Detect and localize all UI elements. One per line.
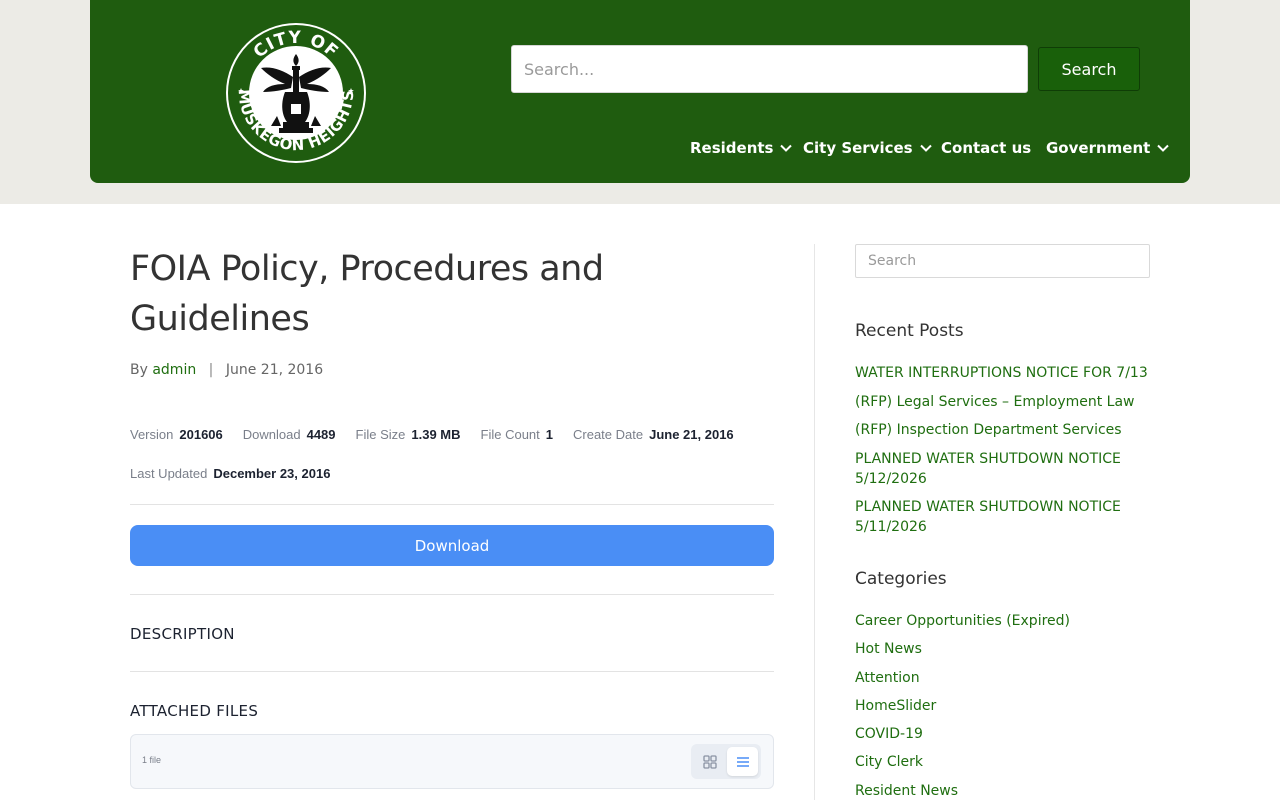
attached-files-heading: ATTACHED FILES — [130, 702, 259, 720]
category-link[interactable]: Attention — [855, 670, 920, 686]
description-heading: DESCRIPTION — [130, 625, 235, 643]
category-link[interactable]: City Clerk — [855, 754, 923, 770]
list-icon — [736, 756, 749, 767]
recent-post-link[interactable]: PLANNED WATER SHUTDOWN NOTICE 5/12/2026 — [855, 451, 1121, 487]
meta-last-updated: Last Updated December 23, 2016 — [130, 466, 330, 481]
meta-last-updated-value: December 23, 2016 — [213, 465, 331, 481]
grid-view-button[interactable] — [694, 747, 725, 776]
list-item: HomeSlider — [855, 696, 1150, 716]
download-button[interactable]: Download — [130, 525, 774, 566]
meta-row-2: Last Updated December 23, 2016 — [130, 463, 774, 483]
list-item: (RFP) Inspection Department Services — [855, 420, 1150, 440]
recent-post-link[interactable]: (RFP) Inspection Department Services — [855, 422, 1122, 438]
nav-city-services[interactable]: City Services — [803, 139, 933, 157]
meta-file-size-value: 1.39 MB — [411, 426, 461, 442]
chevron-down-icon — [1157, 144, 1170, 152]
author-link[interactable]: admin — [152, 362, 196, 378]
recent-posts-title: Recent Posts — [855, 321, 964, 341]
files-count: 1 file — [142, 755, 162, 765]
nav-city-services-label: City Services — [803, 139, 913, 157]
header-search-input[interactable] — [511, 45, 1028, 93]
list-item: Hot News — [855, 639, 1150, 659]
recent-posts-list: WATER INTERRUPTIONS NOTICE FOR 7/13 (RFP… — [855, 363, 1150, 537]
list-item: PLANNED WATER SHUTDOWN NOTICE 5/11/2026 — [855, 497, 1150, 537]
list-item: (RFP) Legal Services – Employment Law — [855, 392, 1150, 412]
sidebar-search-input[interactable] — [855, 244, 1150, 278]
divider — [130, 594, 774, 595]
meta-file-count-value: 1 — [545, 426, 553, 442]
categories-title: Categories — [855, 569, 947, 589]
list-item: COVID-19 — [855, 724, 1150, 744]
nav-residents-label: Residents — [690, 139, 774, 157]
meta-file-size-label: File Size — [355, 426, 406, 442]
chevron-down-icon — [919, 144, 932, 152]
meta-create-date-label: Create Date — [573, 426, 644, 442]
meta-create-date: Create Date June 21, 2016 — [573, 427, 734, 442]
meta-version-value: 201606 — [179, 426, 223, 442]
nav-contact-us[interactable]: Contact us — [941, 139, 1031, 157]
download-meta: Version 201606 Download 4489 File Size 1… — [130, 424, 774, 483]
meta-download: Download 4489 — [243, 427, 336, 442]
header-search-button[interactable]: Search — [1038, 47, 1140, 91]
byline-prefix: By — [130, 362, 148, 378]
meta-file-size: File Size 1.39 MB — [356, 427, 461, 442]
list-item: Career Opportunities (Expired) — [855, 611, 1150, 631]
meta-version-label: Version — [130, 426, 174, 442]
view-toggle — [691, 744, 761, 779]
nav-government-label: Government — [1046, 139, 1151, 157]
meta-last-updated-label: Last Updated — [130, 465, 208, 481]
attached-files-toolbar: 1 file — [130, 734, 774, 789]
nav-residents[interactable]: Residents — [690, 139, 793, 157]
site-header: CITY OF MUSKEGON HEIGHTS Search Resident… — [90, 0, 1190, 183]
page-title: FOIA Policy, Procedures and Guidelines — [130, 249, 604, 339]
category-link[interactable]: HomeSlider — [855, 698, 936, 714]
sidebar-divider — [814, 244, 815, 800]
list-item: City Clerk — [855, 752, 1150, 772]
meta-download-value: 4489 — [306, 426, 336, 442]
byline: By admin | June 21, 2016 — [130, 362, 774, 378]
city-seal-logo[interactable]: CITY OF MUSKEGON HEIGHTS — [225, 22, 367, 164]
list-view-button[interactable] — [727, 747, 758, 776]
category-link[interactable]: Hot News — [855, 641, 922, 657]
meta-file-count-label: File Count — [480, 426, 540, 442]
meta-row-1: Version 201606 Download 4489 File Size 1… — [130, 424, 774, 444]
post-date: June 21, 2016 — [225, 362, 324, 378]
sidebar: Recent Posts WATER INTERRUPTIONS NOTICE … — [855, 244, 1150, 800]
list-item: WATER INTERRUPTIONS NOTICE FOR 7/13 — [855, 363, 1150, 383]
divider — [130, 504, 774, 505]
nav-contact-us-label: Contact us — [941, 139, 1032, 157]
categories-list: Career Opportunities (Expired) Hot News … — [855, 611, 1150, 800]
meta-version: Version 201606 — [130, 427, 223, 442]
recent-post-link[interactable]: PLANNED WATER SHUTDOWN NOTICE 5/11/2026 — [855, 499, 1121, 535]
grid-icon — [702, 754, 717, 769]
list-item: PLANNED WATER SHUTDOWN NOTICE 5/12/2026 — [855, 449, 1150, 489]
list-item: Attention — [855, 668, 1150, 688]
byline-separator: | — [208, 362, 214, 378]
chevron-down-icon — [780, 144, 793, 152]
meta-file-count: File Count 1 — [481, 427, 553, 442]
meta-download-label: Download — [242, 426, 301, 442]
category-link[interactable]: Career Opportunities (Expired) — [855, 613, 1070, 629]
divider — [130, 671, 774, 672]
list-item: Resident News — [855, 781, 1150, 800]
nav-government[interactable]: Government — [1046, 139, 1170, 157]
category-link[interactable]: COVID-19 — [855, 726, 923, 742]
category-link[interactable]: Resident News — [855, 783, 958, 799]
article-main: FOIA Policy, Procedures and Guidelines B… — [130, 244, 774, 800]
meta-create-date-value: June 21, 2016 — [649, 426, 734, 442]
recent-post-link[interactable]: (RFP) Legal Services – Employment Law — [855, 394, 1135, 410]
recent-post-link[interactable]: WATER INTERRUPTIONS NOTICE FOR 7/13 — [855, 365, 1148, 381]
